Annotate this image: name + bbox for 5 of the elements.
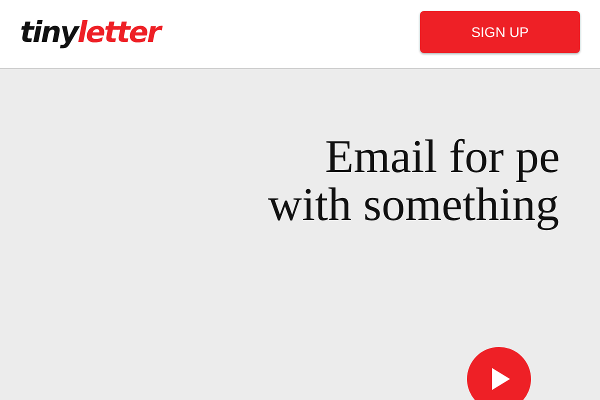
logo[interactable]: tinyletter <box>20 15 160 49</box>
play-button[interactable] <box>467 347 531 400</box>
sign-up-button[interactable]: SIGN UP <box>420 11 580 53</box>
headline: with something <box>268 181 560 229</box>
headline: Email for pe <box>325 133 560 181</box>
